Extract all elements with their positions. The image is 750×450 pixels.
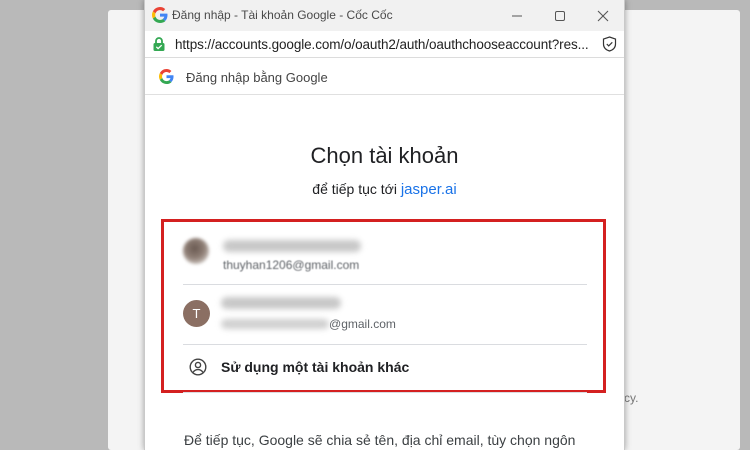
- account-email-suffix: @gmail.com: [329, 317, 396, 331]
- google-logo-icon: [159, 69, 174, 84]
- signin-popup-window: Đăng nhập - Tài khoản Google - Cốc Cốc h…: [144, 0, 625, 450]
- account-row[interactable]: T @gmail.com: [183, 292, 587, 345]
- background-text-fragment: cy.: [624, 391, 639, 405]
- blurred-name: [223, 240, 361, 252]
- account-circle-icon: [189, 358, 207, 376]
- maximize-icon[interactable]: [550, 6, 570, 26]
- blurred-email-prefix: [221, 319, 329, 329]
- avatar: T: [183, 300, 210, 327]
- shield-icon[interactable]: [602, 36, 617, 52]
- account-email: thuyhan1206@gmail.com: [223, 258, 360, 272]
- signin-header-text: Đăng nhập bằng Google: [186, 70, 328, 85]
- close-icon[interactable]: [593, 6, 613, 26]
- avatar: [183, 238, 209, 264]
- use-another-account-label: Sử dụng một tài khoản khác: [221, 359, 410, 375]
- blurred-name: [221, 297, 341, 309]
- titlebar: Đăng nhập - Tài khoản Google - Cốc Cốc: [145, 0, 624, 31]
- consent-text: Để tiếp tục, Google sẽ chia sẻ tên, địa …: [184, 432, 576, 448]
- at-sign: @: [329, 317, 342, 331]
- window-title: Đăng nhập - Tài khoản Google - Cốc Cốc: [172, 8, 393, 22]
- url-field[interactable]: https://accounts.google.com/o/oauth2/aut…: [175, 37, 589, 52]
- address-bar: https://accounts.google.com/o/oauth2/aut…: [145, 31, 624, 58]
- minimize-icon[interactable]: [507, 6, 527, 26]
- lock-icon: [153, 37, 165, 51]
- page-subtitle: để tiếp tục tới jasper.ai: [145, 181, 624, 198]
- email-domain: gmail.com: [341, 317, 396, 331]
- page-title: Chọn tài khoản: [310, 143, 459, 168]
- signin-header: Đăng nhập bằng Google: [145, 58, 624, 95]
- app-link[interactable]: jasper.ai: [401, 181, 457, 198]
- google-logo-icon: [152, 7, 168, 23]
- account-row[interactable]: thuyhan1206@gmail.com: [183, 233, 587, 285]
- use-another-account-row[interactable]: Sử dụng một tài khoản khác: [183, 346, 587, 393]
- subtitle-prefix: để tiếp tục tới: [312, 181, 397, 197]
